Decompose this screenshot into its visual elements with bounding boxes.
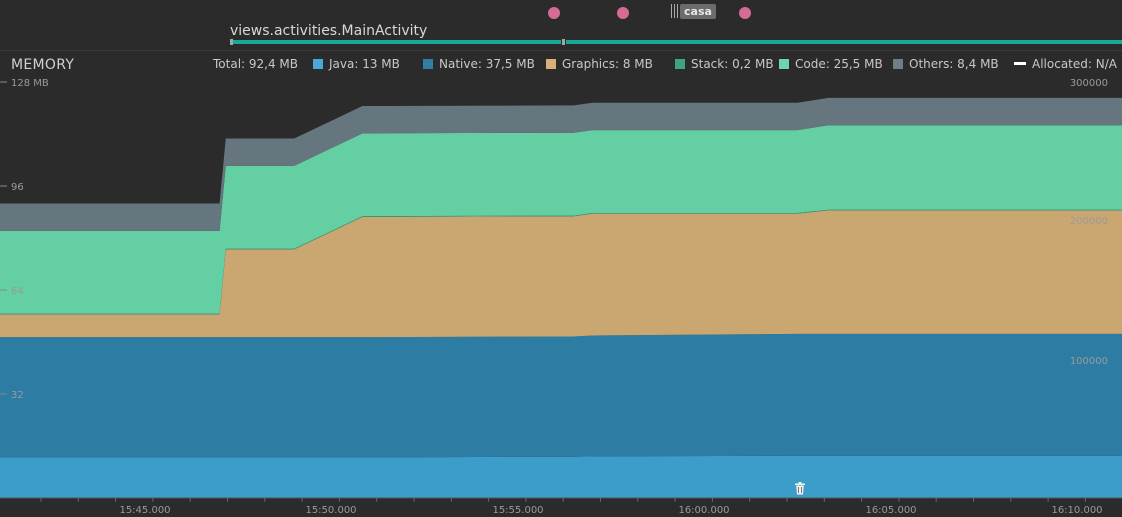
- right-tick-label: 200000: [1070, 216, 1108, 227]
- memory-areas: [0, 97, 1122, 498]
- area-native[interactable]: [0, 333, 1122, 458]
- left-tick-label: 64: [11, 286, 24, 297]
- time-tick-label: 16:00.000: [678, 505, 729, 516]
- right-tick-label: 300000: [1070, 78, 1108, 89]
- time-tick-label: 15:45.000: [119, 505, 170, 516]
- area-java[interactable]: [0, 455, 1122, 498]
- time-tick-label: 15:50.000: [305, 505, 356, 516]
- left-tick-label: 128 MB: [11, 78, 49, 89]
- garbage-collection-icon[interactable]: [795, 482, 805, 495]
- memory-chart[interactable]: 128 MB 96 64 32 300000 200000 100000 15:…: [0, 0, 1122, 517]
- left-tick-label: 96: [11, 182, 24, 193]
- time-tick-label: 16:10.000: [1051, 505, 1102, 516]
- time-tick-label: 16:05.000: [865, 505, 916, 516]
- time-axis: 15:45.000 15:50.000 15:55.000 16:00.000 …: [0, 497, 1122, 516]
- left-tick-label: 32: [11, 390, 24, 401]
- time-tick-label: 15:55.000: [492, 505, 543, 516]
- right-tick-label: 100000: [1070, 356, 1108, 367]
